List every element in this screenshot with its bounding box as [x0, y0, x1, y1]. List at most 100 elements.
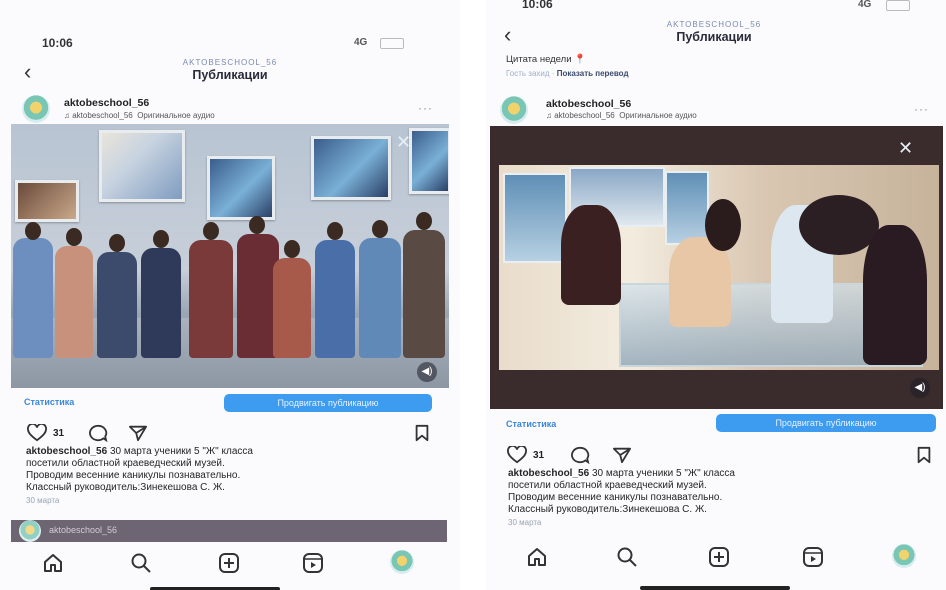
- post-photo[interactable]: [499, 165, 939, 370]
- caption-line: посетили областной краеведческий музей.: [508, 480, 707, 491]
- home-indicator: [640, 586, 790, 590]
- comment-icon[interactable]: [570, 446, 590, 464]
- person: [359, 238, 401, 358]
- caption-line: 30 марта ученики 5 "Ж" класса: [591, 468, 735, 479]
- close-icon[interactable]: ✕: [396, 132, 411, 153]
- heart-icon[interactable]: [26, 424, 48, 442]
- audio-user: aktobeschool_56: [72, 111, 133, 120]
- heart-icon[interactable]: [506, 446, 528, 464]
- person: [13, 238, 53, 358]
- promote-button[interactable]: Продвигать публикацию: [716, 414, 936, 432]
- post-username[interactable]: aktobeschool_56: [64, 97, 149, 109]
- person-head: [327, 222, 343, 240]
- more-options-icon[interactable]: ···: [914, 102, 929, 116]
- caption-line: Проводим весенние каникулы познавательно…: [508, 492, 723, 503]
- plus-square-icon[interactable]: [708, 546, 730, 568]
- person-head: [249, 216, 265, 234]
- display-shelf: [503, 173, 567, 263]
- audio-label: Оригинальное аудио: [619, 111, 697, 120]
- divider: [462, 0, 484, 590]
- quote-text: Цитата недели: [506, 54, 572, 65]
- person-head: [203, 222, 219, 240]
- caption-username[interactable]: aktobeschool_56: [508, 468, 589, 479]
- post-photo[interactable]: ✕ ◀): [11, 124, 449, 388]
- caption-username[interactable]: aktobeschool_56: [26, 446, 107, 457]
- send-icon[interactable]: [128, 424, 148, 442]
- promote-button[interactable]: Продвигать публикацию: [224, 394, 432, 412]
- caption-line: Проводим весенние каникулы познавательно…: [26, 470, 241, 481]
- status-time: 10:06: [522, 0, 553, 11]
- likes-count[interactable]: 31: [53, 428, 64, 439]
- wall-painting: [207, 156, 275, 220]
- left-phone-screen: 10:06 4G ‹ AKTOBESCHOOL_56 Публикации ak…: [0, 0, 460, 590]
- header-account: AKTOBESCHOOL_56: [666, 20, 762, 29]
- send-icon[interactable]: [612, 446, 632, 464]
- mute-icon[interactable]: ◀): [910, 378, 930, 398]
- quote-line: Цитата недели 📍: [506, 54, 586, 65]
- status-time: 10:06: [42, 36, 73, 50]
- person: [403, 230, 445, 358]
- likes-count[interactable]: 31: [533, 450, 544, 461]
- page-title: Публикации: [192, 68, 268, 82]
- plus-square-icon[interactable]: [218, 552, 240, 574]
- network-indicator: 4G: [354, 37, 368, 48]
- search-icon[interactable]: [130, 552, 152, 574]
- caption-line: Классный руководитель:Зинекешова С. Ж.: [26, 482, 225, 493]
- wall-painting: [99, 130, 185, 202]
- reels-icon[interactable]: [802, 546, 824, 568]
- show-translation-link[interactable]: Показать перевод: [557, 69, 629, 78]
- home-icon[interactable]: [526, 546, 548, 568]
- person: [273, 258, 311, 358]
- person-head: [372, 220, 388, 238]
- search-icon[interactable]: [616, 546, 638, 568]
- audio-label: Оригинальное аудио: [137, 111, 215, 120]
- avatar[interactable]: [22, 95, 50, 123]
- header: ‹ AKTOBESCHOOL_56 Публикации: [0, 56, 460, 96]
- person: [97, 252, 137, 358]
- person-head: [705, 199, 741, 251]
- mute-icon[interactable]: ◀): [417, 362, 437, 382]
- post-date: 30 марта: [26, 496, 60, 505]
- header-account: AKTOBESCHOOL_56: [182, 58, 278, 67]
- statistics-link[interactable]: Статистика: [24, 397, 74, 407]
- bottom-tab-bar: [486, 540, 946, 576]
- caption-line: посетили областной краеведческий музей.: [26, 458, 225, 469]
- person: [189, 240, 233, 358]
- pin-icon: 📍: [574, 54, 586, 65]
- person-head: [66, 228, 82, 246]
- wall-painting: [311, 136, 391, 200]
- profile-avatar-icon[interactable]: [390, 550, 414, 574]
- close-icon[interactable]: ✕: [898, 138, 913, 159]
- audio-line[interactable]: ♫ aktobeschool_56 Оригинальное аудио: [546, 111, 697, 120]
- bookmark-icon[interactable]: [916, 446, 932, 464]
- translation-prefix: Гость захид: [506, 69, 550, 78]
- battery-icon: [886, 0, 910, 11]
- home-icon[interactable]: [42, 552, 64, 574]
- person: [315, 240, 355, 358]
- comment-icon[interactable]: [88, 424, 108, 442]
- action-bar: 31: [0, 422, 460, 442]
- action-bar: 31: [486, 444, 946, 464]
- avatar[interactable]: [500, 96, 528, 124]
- wall-painting: [409, 128, 449, 194]
- caption-line: 30 марта ученики 5 "Ж" класса: [109, 446, 253, 457]
- person-head: [25, 222, 41, 240]
- next-post-preview[interactable]: aktobeschool_56: [11, 520, 447, 542]
- person-head: [284, 240, 300, 258]
- post-username[interactable]: aktobeschool_56: [546, 98, 631, 110]
- bookmark-icon[interactable]: [414, 424, 430, 442]
- profile-avatar-icon[interactable]: [892, 544, 916, 568]
- status-bar: 10:06 4G: [0, 36, 460, 54]
- reels-icon[interactable]: [302, 552, 324, 574]
- display-shelf: [665, 171, 709, 245]
- post-caption: aktobeschool_56 30 марта ученики 5 "Ж" к…: [26, 446, 446, 494]
- person-head: [153, 230, 169, 248]
- translation-line: Гость захид · Показать перевод: [506, 69, 629, 78]
- person-head: [416, 212, 432, 230]
- statistics-link[interactable]: Статистика: [506, 419, 556, 429]
- post-date: 30 марта: [508, 518, 542, 527]
- avatar: [19, 520, 41, 542]
- more-options-icon[interactable]: ···: [418, 101, 433, 115]
- audio-line[interactable]: ♫ aktobeschool_56 Оригинальное аудио: [64, 111, 215, 120]
- next-post-username: aktobeschool_56: [49, 525, 118, 535]
